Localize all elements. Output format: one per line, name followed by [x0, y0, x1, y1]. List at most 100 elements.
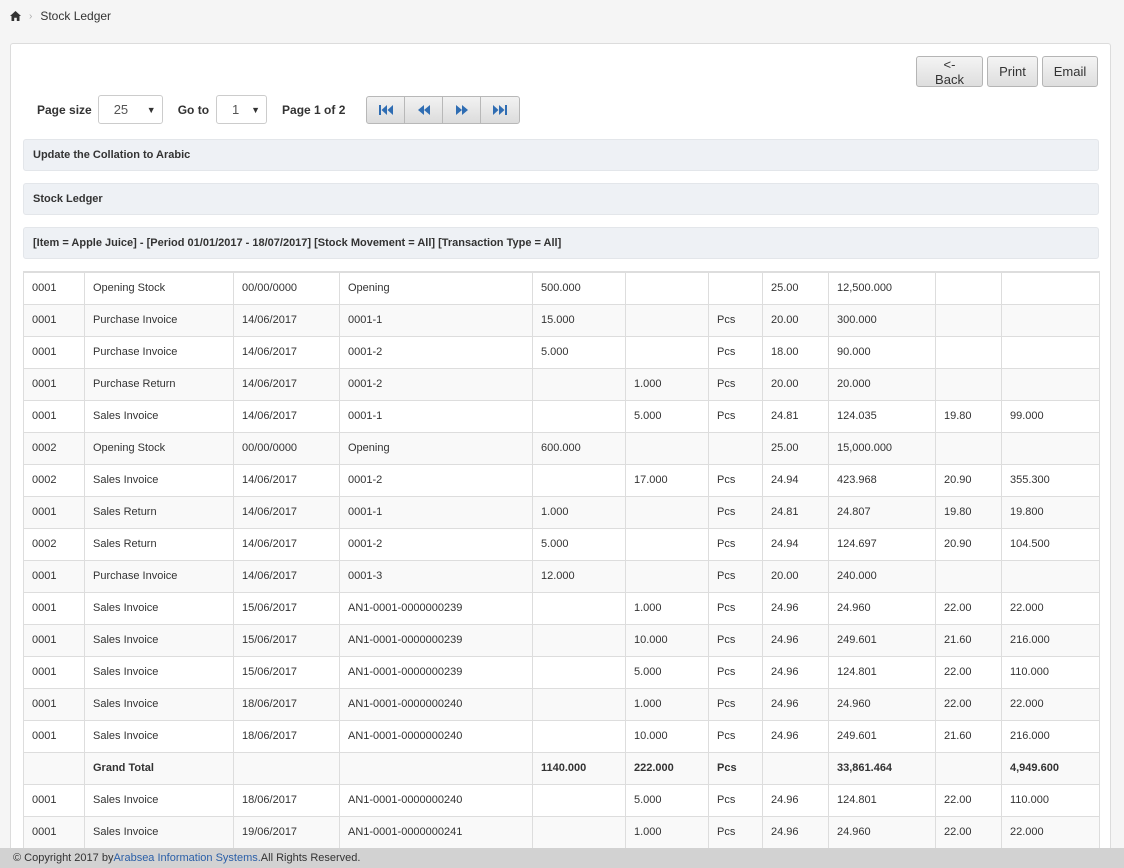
sale-value-cell: 110.000 — [1001, 783, 1100, 817]
date-cell: 14/06/2017 — [233, 335, 340, 369]
email-button[interactable]: Email — [1042, 56, 1098, 87]
reference-cell: 0001-1 — [339, 495, 533, 529]
back-button[interactable]: <- Back — [916, 56, 983, 87]
page-size-label: Page size — [37, 102, 92, 117]
out-qty-cell: 1.000 — [625, 591, 709, 625]
collation-bar[interactable]: Update the Collation to Arabic — [23, 139, 1099, 171]
out-qty-cell — [625, 303, 709, 337]
value-cell: 249.601 — [828, 623, 936, 657]
type-cell: Grand Total — [84, 751, 234, 785]
table-row: 0001 Opening Stock 00/00/0000 Opening 500.00… — [23, 271, 1100, 305]
table-row: 0002 Sales Return 14/06/2017 0001-2 5.000 Pcs… — [23, 527, 1100, 561]
reference-cell: AN1-0001-0000000240 — [339, 783, 533, 817]
chevron-down-icon: ▼ — [146, 104, 156, 115]
value-cell: 24.807 — [828, 495, 936, 529]
type-cell: Sales Invoice — [84, 783, 234, 817]
out-qty-cell: 1.000 — [625, 687, 709, 721]
value-cell: 24.960 — [828, 591, 936, 625]
type-cell: Opening Stock — [84, 431, 234, 465]
value-cell: 15,000.000 — [828, 431, 936, 465]
code-cell: 0001 — [23, 719, 85, 753]
value-cell: 124.801 — [828, 655, 936, 689]
code-cell: 0001 — [23, 591, 85, 625]
cost-cell: 24.96 — [762, 591, 829, 625]
in-qty-cell — [532, 719, 626, 753]
filter-bar: [Item = Apple Juice] - [Period 01/01/201… — [23, 227, 1099, 259]
code-cell: 0001 — [23, 335, 85, 369]
out-qty-cell: 5.000 — [625, 783, 709, 817]
sale-price-cell — [935, 367, 1002, 401]
type-cell: Opening Stock — [84, 271, 234, 305]
page-info: Page 1 of 2 — [282, 102, 346, 117]
goto-page-select[interactable]: 1 ▼ — [216, 95, 268, 124]
out-qty-cell: 222.000 — [625, 751, 709, 785]
reference-cell: 0001-1 — [339, 399, 533, 433]
code-cell: 0001 — [23, 655, 85, 689]
out-qty-cell — [625, 495, 709, 529]
pager: Page size 25 ▼ Go to 1 ▼ Page 1 of 2 — [37, 95, 521, 124]
cost-cell: 24.96 — [762, 815, 829, 849]
date-cell: 14/06/2017 — [233, 303, 340, 337]
reference-cell: AN1-0001-0000000240 — [339, 687, 533, 721]
type-cell: Sales Invoice — [84, 719, 234, 753]
sale-value-cell: 216.000 — [1001, 719, 1100, 753]
date-cell: 14/06/2017 — [233, 527, 340, 561]
first-page-button[interactable] — [367, 96, 406, 123]
out-qty-cell: 1.000 — [625, 815, 709, 849]
reference-cell: Opening — [339, 271, 533, 305]
sale-value-cell — [1001, 271, 1100, 305]
fast-forward-icon — [455, 104, 468, 115]
table-row: 0001 Purchase Return 14/06/2017 0001-2 1.000… — [23, 367, 1100, 401]
in-qty-cell: 1140.000 — [532, 751, 626, 785]
value-cell: 249.601 — [828, 719, 936, 753]
table-row: 0001 Sales Invoice 18/06/2017 AN1-0001-0000… — [23, 719, 1100, 753]
next-page-button[interactable] — [443, 96, 482, 123]
unit-cell: Pcs — [708, 783, 763, 817]
sale-price-cell: 21.60 — [935, 623, 1002, 657]
in-qty-cell: 12.000 — [532, 559, 626, 593]
page-size-select[interactable]: 25 ▼ — [97, 95, 163, 124]
sale-value-cell: 216.000 — [1001, 623, 1100, 657]
table-row: 0001 Sales Invoice 14/06/2017 0001-1 5.000 Pc… — [23, 399, 1100, 433]
cost-cell: 20.00 — [762, 367, 829, 401]
sale-value-cell: 4,949.600 — [1001, 751, 1100, 785]
sale-price-cell — [935, 303, 1002, 337]
sale-value-cell: 22.000 — [1001, 687, 1100, 721]
in-qty-cell — [532, 815, 626, 849]
sale-price-cell: 20.90 — [935, 463, 1002, 497]
type-cell: Purchase Return — [84, 367, 234, 401]
collation-text: Update the Collation to Arabic — [33, 149, 191, 161]
previous-page-button[interactable] — [405, 96, 444, 123]
page-size-value: 25 — [113, 102, 129, 117]
print-button[interactable]: Print — [987, 56, 1038, 87]
home-icon[interactable] — [10, 11, 21, 21]
type-cell: Sales Invoice — [84, 815, 234, 849]
sale-price-cell — [935, 271, 1002, 305]
code-cell: 0002 — [23, 527, 85, 561]
cost-cell: 24.94 — [762, 527, 829, 561]
type-cell: Purchase Invoice — [84, 303, 234, 337]
filter-text: [Item = Apple Juice] - [Period 01/01/201… — [33, 237, 562, 249]
reference-cell: 0001-1 — [339, 303, 533, 337]
unit-cell — [708, 431, 763, 465]
footer: © Copyright 2017 by Arabsea Information … — [0, 848, 1124, 868]
date-cell: 18/06/2017 — [233, 719, 340, 753]
value-cell: 124.697 — [828, 527, 936, 561]
last-page-button[interactable] — [481, 97, 519, 123]
unit-cell: Pcs — [708, 367, 763, 401]
breadcrumb-current: Stock Ledger — [40, 9, 112, 23]
date-cell: 00/00/0000 — [233, 431, 340, 465]
type-cell: Sales Invoice — [84, 623, 234, 657]
breadcrumb-separator: › — [29, 10, 33, 22]
table-row: 0001 Sales Return 14/06/2017 0001-1 1.000 Pcs… — [23, 495, 1100, 529]
cost-cell: 24.96 — [762, 655, 829, 689]
value-cell: 24.960 — [828, 687, 936, 721]
sale-price-cell: 22.00 — [935, 815, 1002, 849]
cost-cell: 25.00 — [762, 431, 829, 465]
page-navigation — [366, 95, 521, 124]
date-cell: 14/06/2017 — [233, 399, 340, 433]
in-qty-cell — [532, 687, 626, 721]
sale-value-cell — [1001, 335, 1100, 369]
company-link[interactable]: Arabsea Information Systems. — [113, 852, 260, 864]
cost-cell: 24.96 — [762, 623, 829, 657]
